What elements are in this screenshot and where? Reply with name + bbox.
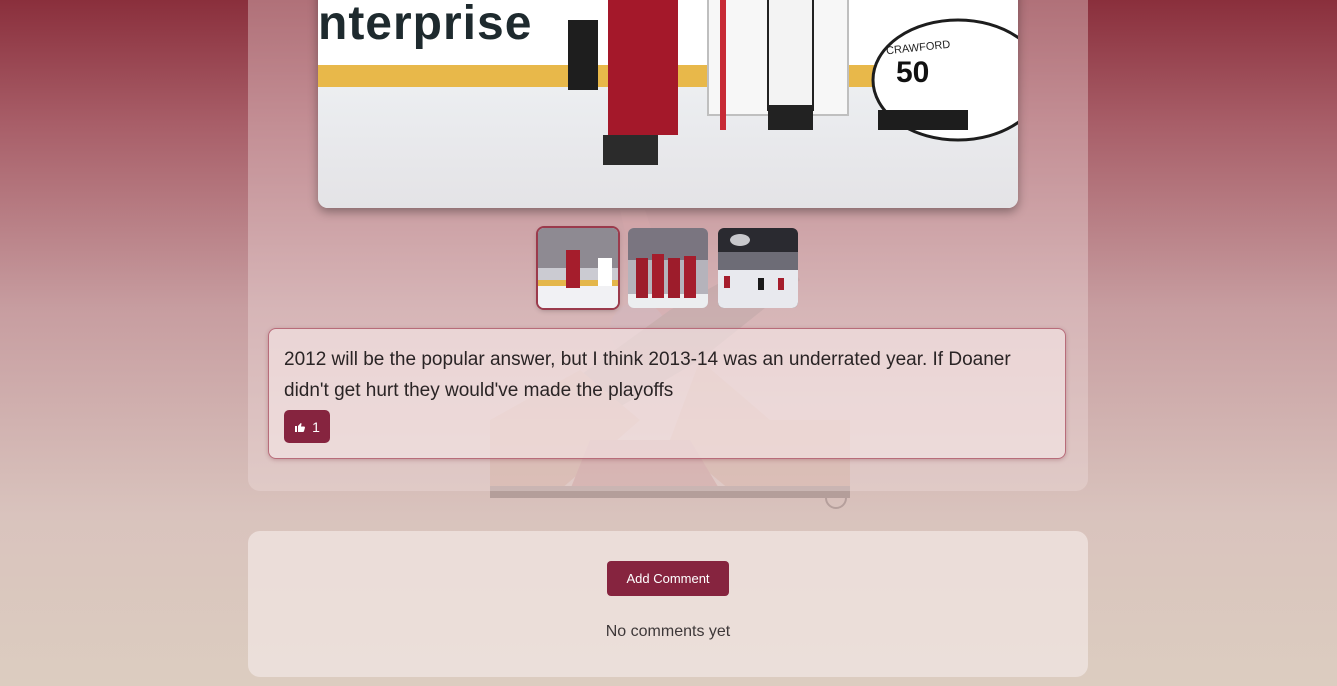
post-text: 2012 will be the popular answer, but I t… — [284, 349, 1011, 401]
main-gallery-image: nterprise CRAWFORD 50 — [318, 0, 1018, 208]
like-button[interactable]: 1 — [284, 410, 330, 443]
thumbnail-1-image — [538, 228, 618, 308]
comments-section: Add Comment No comments yet — [248, 531, 1088, 677]
thumbnail-strip — [538, 228, 798, 308]
no-comments-message: No comments yet — [605, 623, 731, 640]
thumbnail-3-image — [718, 228, 798, 308]
add-comment-button[interactable]: Add Comment — [607, 561, 729, 596]
thumbnail-3[interactable] — [718, 228, 798, 308]
jersey-number: 50 — [896, 56, 930, 89]
thumbnail-2-image — [628, 228, 708, 308]
thumbnail-1[interactable] — [538, 228, 618, 308]
like-count: 1 — [312, 418, 320, 435]
thumbnail-2[interactable] — [628, 228, 708, 308]
post-content-box: 2012 will be the popular answer, but I t… — [268, 328, 1066, 459]
board-advertisement: nterprise — [318, 0, 533, 50]
thumbs-up-icon — [295, 422, 306, 432]
